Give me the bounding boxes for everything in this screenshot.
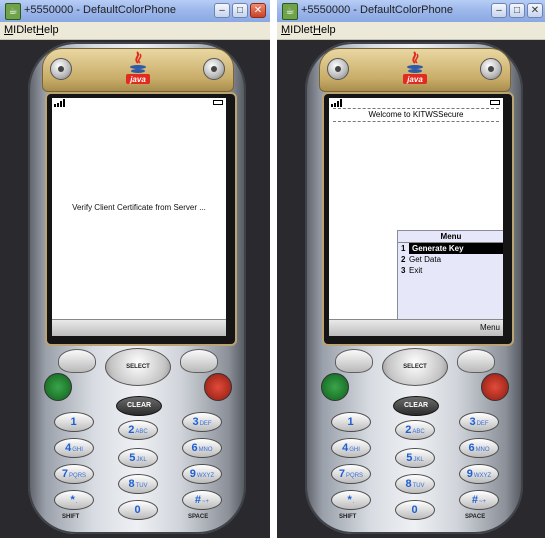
menu-bar: MIDlet Help [0,22,270,40]
menu-item-generate-key[interactable]: 1 Generate Key [398,243,503,254]
soft-key-bar: Menu [329,319,503,336]
menu-item-exit[interactable]: 3 Exit [398,265,503,276]
options-menu: Menu 1 Generate Key 2 Get Data 3 Exit [397,230,503,322]
key-4[interactable]: 4GHI [331,438,371,458]
key-star[interactable]: *. [54,490,94,510]
right-soft-key[interactable] [180,349,218,373]
java-logo-icon: java [403,51,427,84]
phone-screen: Welcome to KITWSSecure Menu 1 Generate Ke… [329,98,503,336]
battery-icon [213,100,223,105]
key-star[interactable]: *. [331,490,371,510]
window-title: +5550000 - DefaultColorPhone [24,4,176,16]
space-label: SPACE [465,514,486,520]
welcome-banner: Welcome to KITWSSecure [333,108,499,122]
key-8[interactable]: 8TUV [395,474,435,494]
close-button[interactable]: ✕ [527,3,543,18]
select-key[interactable]: SELECT [105,348,171,386]
select-key[interactable]: SELECT [382,348,448,386]
title-bar: ☕ +5550000 - DefaultColorPhone – □ ✕ [0,0,270,23]
minimize-button[interactable]: – [491,3,507,18]
menu-item-get-data[interactable]: 2 Get Data [398,254,503,265]
java-app-icon: ☕ [5,3,21,20]
hangup-icon[interactable] [204,373,232,401]
signal-icon [54,99,65,107]
key-9[interactable]: 9WXYZ [459,464,499,484]
key-2[interactable]: 2ABC [118,420,158,440]
power-button[interactable] [480,58,502,80]
maximize-button[interactable]: □ [232,3,248,18]
key-2[interactable]: 2ABC [395,420,435,440]
close-button[interactable]: ✕ [250,3,266,18]
java-logo-icon: java [126,51,150,84]
shift-label: SHIFT [339,514,357,520]
soft-key-label-menu[interactable]: Menu [480,323,500,332]
battery-icon [490,100,500,105]
key-3[interactable]: 3DEF [459,412,499,432]
phone-screen: Verify Client Certificate from Server ..… [52,98,226,336]
phone-left-top-button[interactable] [327,58,349,80]
svg-text:java: java [406,75,423,84]
emulator-window-1: ☕ +5550000 - DefaultColorPhone – □ ✕ MID… [0,0,270,538]
phone-left-top-button[interactable] [50,58,72,80]
clear-key[interactable]: CLEAR [393,396,439,416]
signal-icon [331,99,342,107]
menu-midlet[interactable]: MIDlet [281,24,313,36]
key-4[interactable]: 4GHI [54,438,94,458]
left-soft-key[interactable] [58,349,96,373]
java-app-icon: ☕ [282,3,298,20]
status-row [52,98,226,107]
key-1[interactable]: 1 [331,412,371,432]
menu-help[interactable]: Help [313,24,336,36]
title-bar: ☕ +5550000 - DefaultColorPhone – □ ✕ [277,0,545,23]
window-title: +5550000 - DefaultColorPhone [301,4,453,16]
window-divider [270,0,277,538]
key-8[interactable]: 8TUV [118,474,158,494]
hangup-icon[interactable] [481,373,509,401]
key-0[interactable]: 0 [395,500,435,520]
space-label: SPACE [188,514,209,520]
key-7[interactable]: 7PQRS [331,464,371,484]
menu-help[interactable]: Help [36,24,59,36]
key-hash[interactable]: #~+ [182,490,222,510]
key-5[interactable]: 5JKL [118,448,158,468]
left-soft-key[interactable] [335,349,373,373]
menu-midlet[interactable]: MIDlet [4,24,36,36]
key-3[interactable]: 3DEF [182,412,222,432]
menu-title: Menu [398,231,503,243]
emulator-window-2: ☕ +5550000 - DefaultColorPhone – □ ✕ MID… [277,0,545,538]
shift-label: SHIFT [62,514,80,520]
status-message: Verify Client Certificate from Server ..… [72,203,206,212]
maximize-button[interactable]: □ [509,3,525,18]
key-hash[interactable]: #~+ [459,490,499,510]
right-soft-key[interactable] [457,349,495,373]
key-1[interactable]: 1 [54,412,94,432]
key-9[interactable]: 9WXYZ [182,464,222,484]
call-icon[interactable] [321,373,349,401]
svg-text:java: java [129,75,146,84]
key-6[interactable]: 6MNO [182,438,222,458]
key-0[interactable]: 0 [118,500,158,520]
minimize-button[interactable]: – [214,3,230,18]
soft-key-bar [52,319,226,336]
power-button[interactable] [203,58,225,80]
key-5[interactable]: 5JKL [395,448,435,468]
call-icon[interactable] [44,373,72,401]
status-row [329,98,503,107]
clear-key[interactable]: CLEAR [116,396,162,416]
key-6[interactable]: 6MNO [459,438,499,458]
menu-bar: MIDlet Help [277,22,545,40]
key-7[interactable]: 7PQRS [54,464,94,484]
